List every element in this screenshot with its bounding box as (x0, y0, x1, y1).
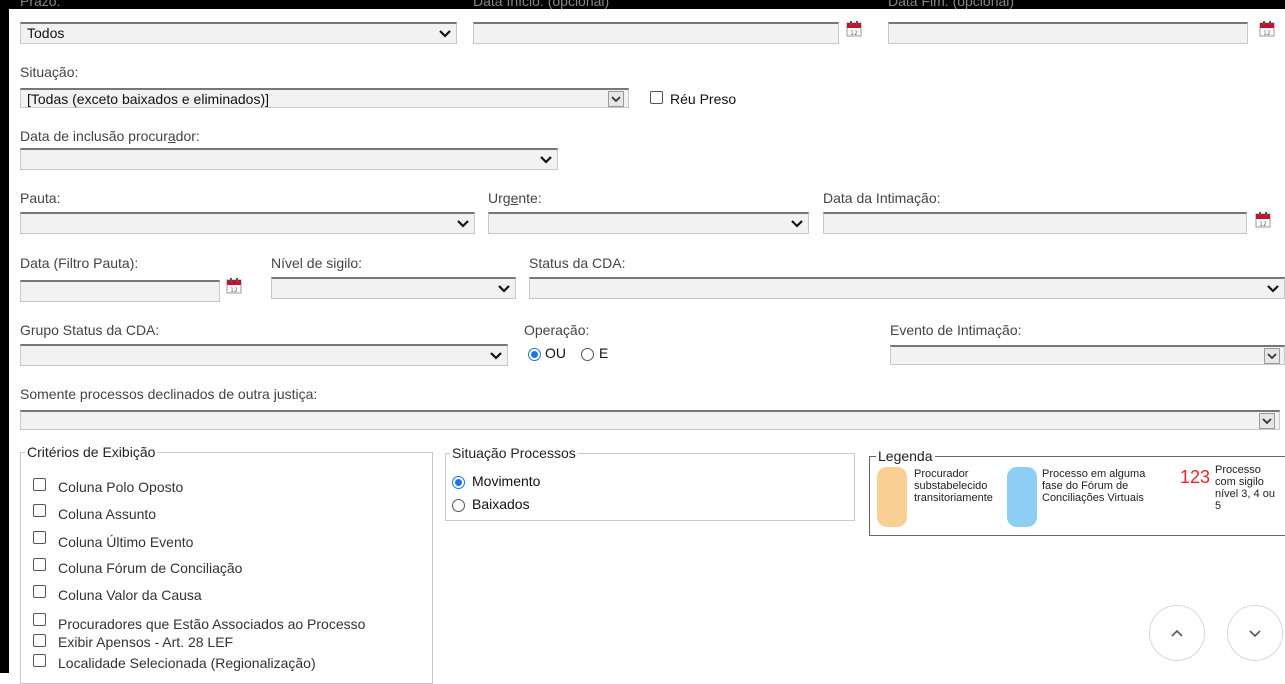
evento-intimacao-label: Evento de Intimação: (890, 322, 1022, 338)
data-fim-input[interactable] (888, 22, 1248, 44)
substabelecido-legend-text: Procurador substabelecido transitoriamen… (914, 468, 993, 504)
svg-text:12: 12 (1259, 221, 1267, 228)
reu-preso-checkbox[interactable] (650, 91, 663, 104)
operacao-e-label: E (599, 345, 609, 361)
situacao-select[interactable]: [Todas (exceto baixados e eliminados)] (20, 88, 629, 108)
coluna-valor-causa-checkbox[interactable] (33, 585, 46, 598)
chevron-down-icon (497, 281, 511, 297)
coluna-valor-causa-label: Coluna Valor da Causa (58, 587, 202, 603)
data-inclusao-select[interactable] (20, 148, 558, 170)
data-filtro-pauta-input[interactable] (20, 280, 220, 302)
scroll-up-button[interactable] (1149, 605, 1205, 661)
coluna-ultimo-evento-label: Coluna Último Evento (58, 534, 194, 550)
data-intimacao-label: Data da Intimação: (823, 190, 941, 206)
declinados-select[interactable] (20, 410, 1280, 430)
data-inclusao-label-prefix: Data de inclusão procur (20, 128, 168, 144)
chevron-down-icon (608, 91, 624, 107)
baixados-radio[interactable] (452, 499, 465, 512)
movimento-radio[interactable] (452, 476, 465, 489)
data-inicio-label: Data Início: (opcional) (473, 0, 610, 9)
chevron-down-icon (1259, 413, 1275, 429)
status-cda-label: Status da CDA: (529, 255, 626, 271)
chevron-down-icon (790, 216, 804, 232)
localidade-selecionada-checkbox[interactable] (33, 654, 46, 667)
sigilo-marker: 123 (1180, 467, 1211, 487)
urgente-label-suffix: nte: (518, 190, 542, 206)
prazo-select[interactable]: Todos (20, 22, 457, 44)
grupo-status-cda-label: Grupo Status da CDA: (20, 322, 160, 338)
data-intimacao-input[interactable] (823, 212, 1247, 234)
data-inclusao-label-suffix: dor: (175, 128, 200, 144)
operacao-label: Operação: (524, 322, 590, 338)
forum-conciliacao-legend-text: Processo em alguma fase do Fórum de Conc… (1042, 468, 1146, 504)
reu-preso-label: Réu Preso (670, 91, 737, 107)
coluna-polo-oposto-label: Coluna Polo Oposto (58, 479, 184, 495)
procuradores-associados-label: Procuradores que Estão Associados ao Pro… (58, 616, 366, 632)
situacao-label: Situação: (20, 64, 79, 80)
declinados-label: Somente processos declinados de outra ju… (20, 386, 318, 402)
pauta-label: Pauta: (20, 190, 61, 206)
coluna-forum-conciliacao-checkbox[interactable] (33, 558, 46, 571)
calendar-icon[interactable]: 12 (226, 278, 242, 294)
chevron-down-icon (1264, 348, 1280, 364)
prazo-label: Prazo: (20, 0, 61, 9)
data-fim-label: Data Fim: (opcional) (888, 0, 1015, 9)
calendar-icon[interactable]: 12 (846, 21, 862, 37)
calendar-icon[interactable]: 12 (1259, 21, 1275, 37)
operacao-ou-radio[interactable] (528, 348, 541, 361)
coluna-assunto-label: Coluna Assunto (58, 506, 157, 522)
nivel-sigilo-label: Nível de sigilo: (271, 255, 363, 271)
legenda-title: Legenda (878, 448, 933, 464)
window-frame-left (0, 0, 9, 673)
prazo-value: Todos (27, 25, 65, 41)
criterios-title: Critérios de Exibição (27, 444, 156, 460)
scroll-down-button[interactable] (1227, 605, 1283, 661)
forum-conciliacao-swatch (1007, 467, 1037, 527)
urgente-label-prefix: Urg (488, 190, 511, 206)
nivel-sigilo-select[interactable] (271, 277, 516, 299)
pauta-select[interactable] (20, 212, 475, 234)
exibir-apensos-label: Exibir Apensos - Art. 28 LEF (58, 634, 234, 650)
svg-text:12: 12 (1263, 30, 1271, 37)
coluna-polo-oposto-checkbox[interactable] (33, 478, 46, 491)
movimento-label: Movimento (472, 473, 541, 489)
urgente-label: Urgente: (488, 190, 542, 206)
baixados-label: Baixados (472, 496, 530, 512)
chevron-down-icon (489, 348, 503, 364)
chevron-down-icon (438, 26, 452, 42)
operacao-ou-label: OU (545, 345, 566, 361)
coluna-assunto-checkbox[interactable] (33, 504, 46, 517)
window-frame-top (0, 0, 1285, 9)
data-inclusao-label: Data de inclusão procurador: (20, 128, 200, 144)
urgente-select[interactable] (488, 212, 809, 234)
data-inclusao-label-accesskey: a (167, 128, 176, 144)
chevron-down-icon (539, 152, 553, 168)
chevron-down-icon (1249, 629, 1261, 637)
svg-text:12: 12 (850, 30, 858, 37)
svg-text:12: 12 (230, 287, 238, 294)
localidade-selecionada-label: Localidade Selecionada (Regionalização) (58, 655, 316, 671)
calendar-icon[interactable]: 12 (1255, 212, 1271, 228)
data-inicio-input[interactable] (473, 22, 839, 44)
substabelecido-swatch (877, 467, 907, 527)
chevron-up-icon (1171, 629, 1183, 637)
status-cda-select[interactable] (529, 277, 1285, 299)
coluna-forum-conciliacao-label: Coluna Fórum de Conciliação (58, 560, 243, 576)
situacao-value: [Todas (exceto baixados e eliminados)] (27, 91, 270, 107)
chevron-down-icon (456, 216, 470, 232)
exibir-apensos-checkbox[interactable] (33, 634, 46, 647)
situacao-processos-title: Situação Processos (452, 445, 576, 461)
operacao-e-radio[interactable] (581, 348, 594, 361)
grupo-status-cda-select[interactable] (20, 344, 508, 366)
procuradores-associados-checkbox[interactable] (33, 613, 46, 626)
chevron-down-icon (1266, 281, 1280, 297)
data-filtro-pauta-label: Data (Filtro Pauta): (20, 255, 139, 271)
sigilo-legend-text: Processo com sigilo nível 3, 4 ou 5 (1215, 464, 1275, 512)
coluna-ultimo-evento-checkbox[interactable] (33, 531, 46, 544)
evento-intimacao-select[interactable] (890, 345, 1285, 365)
